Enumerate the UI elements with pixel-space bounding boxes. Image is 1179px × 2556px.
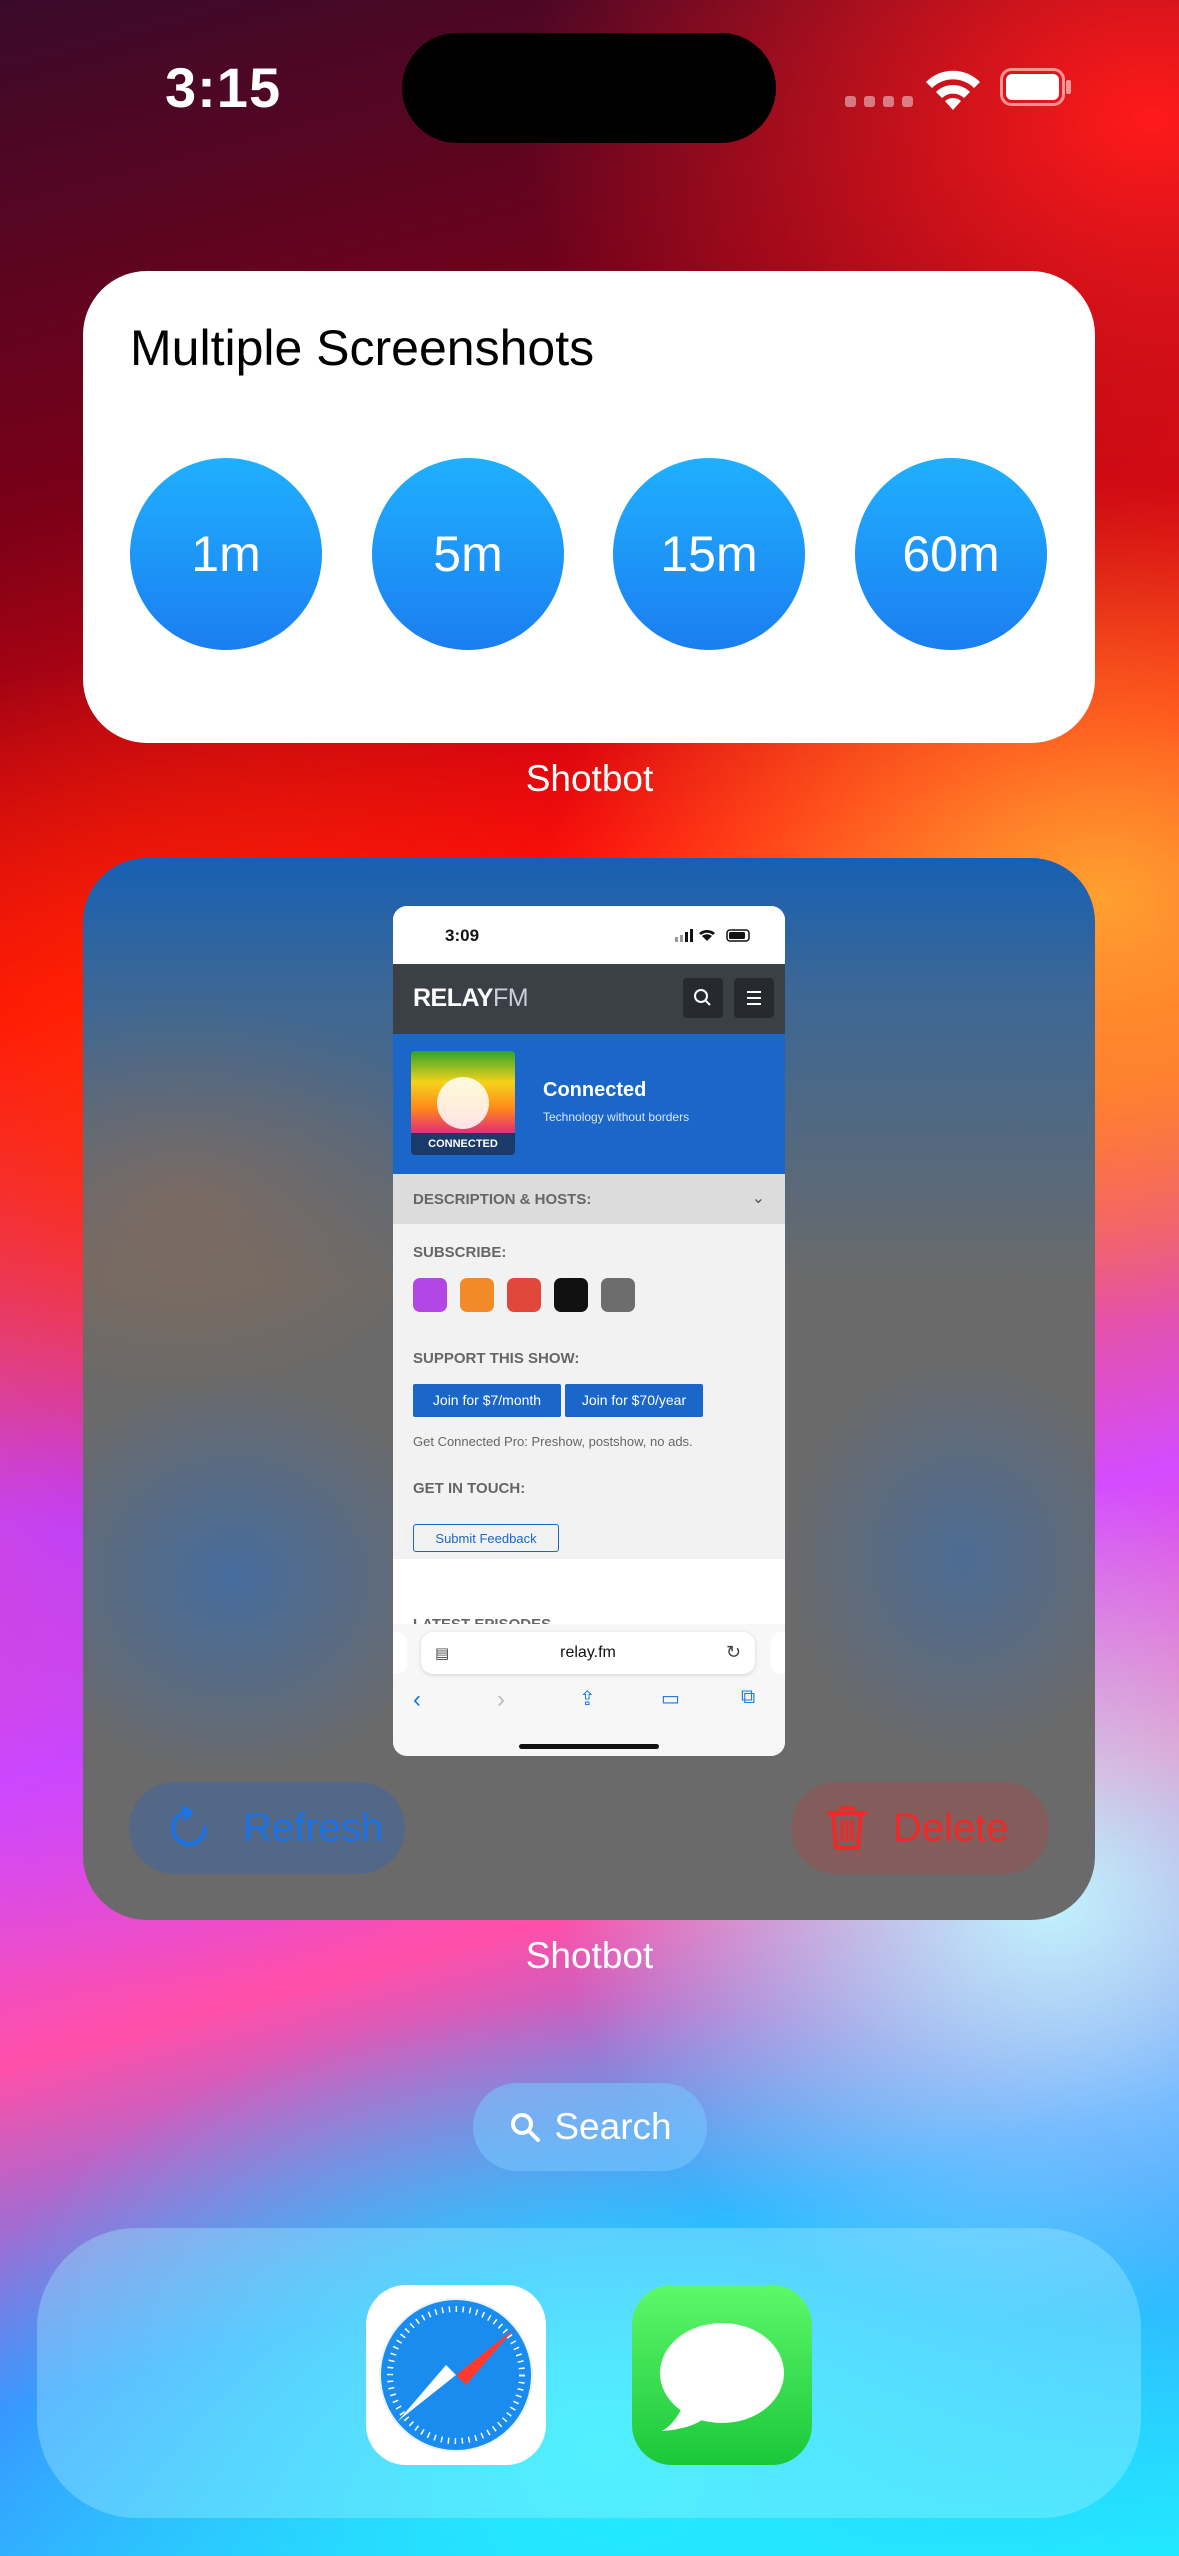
bookmarks-icon: ▭ (661, 1688, 680, 1710)
search-label: Search (554, 2106, 672, 2147)
submit-feedback-button: Submit Feedback (413, 1524, 559, 1552)
support-note: Get Connected Pro: Preshow, postshow, no… (413, 1434, 693, 1449)
screenshot-preview-widget[interactable]: 3:09 RELAYFM CONNECTED Connected Technol… (83, 858, 1095, 1920)
subscribe-icons (413, 1278, 635, 1312)
preview-safari-bar: ▤ relay.fm ↻ ‹ › ⇪ ▭ ⧉ (393, 1624, 785, 1756)
timer-60m-button[interactable]: 60m (855, 458, 1047, 650)
cellular-signal-icon (845, 96, 913, 107)
home-indicator (519, 1744, 659, 1749)
search-icon (511, 2113, 541, 2142)
messages-app-icon[interactable] (632, 2285, 812, 2465)
timer-15m-button[interactable]: 15m (613, 458, 805, 650)
overcast-icon (460, 1278, 494, 1312)
multiple-screenshots-widget: Multiple Screenshots 1m 5m 15m 60m (83, 271, 1095, 743)
preview-show-hero: CONNECTED Connected Technology without b… (393, 1034, 785, 1174)
widget-app-label-2: Shotbot (525, 1935, 654, 1976)
preview-url-field: ▤ relay.fm ↻ (421, 1632, 755, 1674)
timer-5m-button[interactable]: 5m (372, 458, 564, 650)
show-artwork: CONNECTED (411, 1051, 515, 1155)
back-icon: ‹ (413, 1686, 421, 1713)
reload-icon: ↻ (725, 1642, 741, 1662)
screenshot-thumbnail[interactable]: 3:09 RELAYFM CONNECTED Connected Technol… (393, 906, 785, 1756)
delete-label: Delete (893, 1805, 1009, 1850)
tabs-icon: ⧉ (741, 1686, 756, 1708)
show-name: Connected (543, 1079, 647, 1101)
podcasts-icon (413, 1278, 447, 1312)
join-monthly-button: Join for $7/month (413, 1384, 561, 1417)
dynamic-island (402, 33, 776, 143)
preview-status-bar: 3:09 (393, 906, 785, 964)
pocketcasts-icon (507, 1278, 541, 1312)
widget-title: Multiple Screenshots (130, 320, 595, 376)
delete-button[interactable]: Delete (791, 1782, 1049, 1874)
battery-icon (1000, 68, 1071, 106)
support-header: SUPPORT THIS SHOW: (413, 1350, 580, 1367)
rss-icon (601, 1278, 635, 1312)
refresh-button[interactable]: Refresh (129, 1782, 405, 1874)
spotlight-search-button[interactable]: Search (473, 2083, 707, 2171)
spotify-icon (554, 1278, 588, 1312)
wifi-icon (926, 70, 980, 110)
subscribe-header: SUBSCRIBE: (413, 1244, 507, 1261)
timer-1m-button[interactable]: 1m (130, 458, 322, 650)
share-icon: ⇪ (579, 1688, 596, 1710)
trash-icon (827, 1806, 867, 1850)
preview-toolbar: ‹ › ⇪ ▭ ⧉ (393, 1682, 785, 1722)
preview-time: 3:09 (445, 926, 480, 945)
preview-body: SUBSCRIBE: SUPPORT THIS SHOW: Join for $… (393, 1224, 785, 1559)
preview-search-icon (683, 978, 723, 1018)
preview-site-nav: RELAYFM (393, 964, 785, 1034)
widget-app-label: Shotbot (525, 758, 654, 799)
description-header: DESCRIPTION & HOSTS: ⌄ (393, 1174, 785, 1224)
preview-url: relay.fm (560, 1644, 616, 1661)
safari-app-icon[interactable] (366, 2285, 546, 2465)
relay-fm-logo: RELAYFM (413, 984, 529, 1012)
join-yearly-button: Join for $70/year (565, 1384, 703, 1417)
status-time: 3:15 (165, 56, 282, 119)
chevron-down-icon: ⌄ (751, 1190, 765, 1207)
preview-status-icons (675, 929, 750, 942)
show-tagline: Technology without borders (543, 1110, 690, 1124)
forward-icon: › (497, 1686, 505, 1713)
preview-menu-icon (734, 978, 774, 1018)
contact-header: GET IN TOUCH: (413, 1480, 526, 1497)
refresh-label: Refresh (243, 1805, 384, 1850)
refresh-icon (171, 1806, 207, 1846)
dock (37, 2228, 1141, 2518)
